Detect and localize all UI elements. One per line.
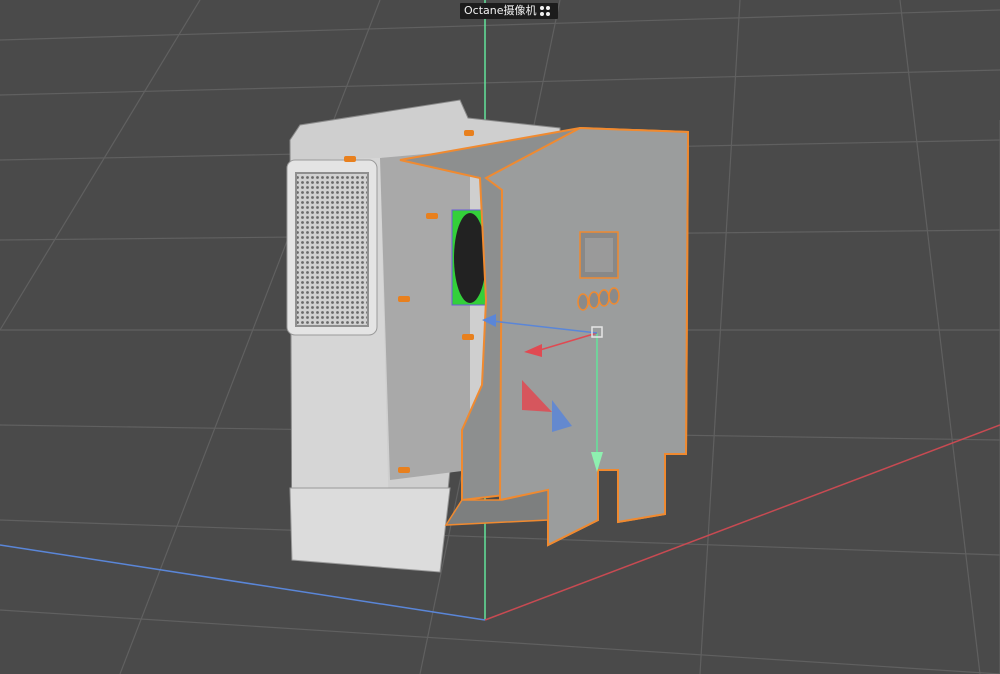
vent-grille bbox=[286, 159, 378, 336]
active-camera-label[interactable]: Octane摄像机 bbox=[460, 3, 558, 19]
octane-camera-icon bbox=[539, 6, 554, 16]
green-fan-part[interactable] bbox=[451, 209, 487, 306]
3d-viewport[interactable]: Octane摄像机 bbox=[0, 0, 1000, 674]
scene-canvas[interactable] bbox=[0, 0, 1000, 674]
camera-label-text: Octane摄像机 bbox=[464, 4, 537, 17]
